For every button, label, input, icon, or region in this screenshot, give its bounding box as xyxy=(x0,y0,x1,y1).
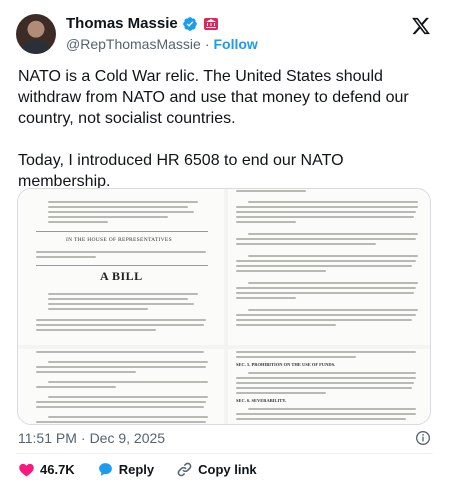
x-logo-icon[interactable] xyxy=(411,16,431,36)
copy-link-label: Copy link xyxy=(198,462,257,477)
document-page-top-left: IN THE HOUSE OF REPRESENTATIVES A BILL xyxy=(18,189,224,345)
section-prohibition-heading: SEC. 5. PROHIBITION ON THE USE OF FUNDS. xyxy=(236,362,336,367)
tweet-card: Thomas Massie @RepThomasMassie · Follow … xyxy=(0,0,449,492)
separator: · xyxy=(204,36,210,52)
heart-icon xyxy=(19,463,34,477)
tweet-timestamp[interactable]: 11:51 PM · Dec 9, 2025 xyxy=(18,430,165,446)
reply-label: Reply xyxy=(118,462,155,477)
avatar[interactable] xyxy=(16,14,56,54)
like-count: 46.7K xyxy=(40,462,75,477)
author-handle[interactable]: @RepThomasMassie xyxy=(66,36,201,52)
house-heading: IN THE HOUSE OF REPRESENTATIVES xyxy=(66,237,172,243)
reply-button[interactable]: Reply xyxy=(97,461,154,478)
bill-document-image[interactable]: IN THE HOUSE OF REPRESENTATIVES A BILL S… xyxy=(17,188,431,425)
reply-bubble-icon xyxy=(98,463,112,476)
link-icon xyxy=(177,462,192,477)
handle-row: @RepThomasMassie · Follow xyxy=(66,36,258,52)
copy-link-button[interactable]: Copy link xyxy=(176,461,257,478)
separator: · xyxy=(80,430,86,446)
tweet-date: Dec 9, 2025 xyxy=(89,430,166,446)
government-affiliation-icon xyxy=(203,17,218,30)
divider xyxy=(16,453,433,454)
document-page-top-right xyxy=(228,189,430,345)
section-severability-heading: SEC. 6. SEVERABILITY. xyxy=(236,398,287,403)
document-page-bottom-right: SEC. 5. PROHIBITION ON THE USE OF FUNDS.… xyxy=(228,349,430,424)
verified-badge-icon xyxy=(182,16,197,31)
author-name[interactable]: Thomas Massie xyxy=(66,15,178,32)
follow-button[interactable]: Follow xyxy=(213,36,257,52)
action-bar: 46.7K Reply Copy link xyxy=(18,461,279,478)
document-page-bottom-left xyxy=(18,349,224,424)
author-name-row: Thomas Massie xyxy=(66,15,218,32)
like-button[interactable]: 46.7K xyxy=(18,461,75,478)
bill-title: A BILL xyxy=(100,269,143,283)
tweet-time: 11:51 PM xyxy=(18,430,77,446)
info-icon[interactable] xyxy=(415,430,431,446)
tweet-text: NATO is a Cold War relic. The United Sta… xyxy=(18,68,409,190)
